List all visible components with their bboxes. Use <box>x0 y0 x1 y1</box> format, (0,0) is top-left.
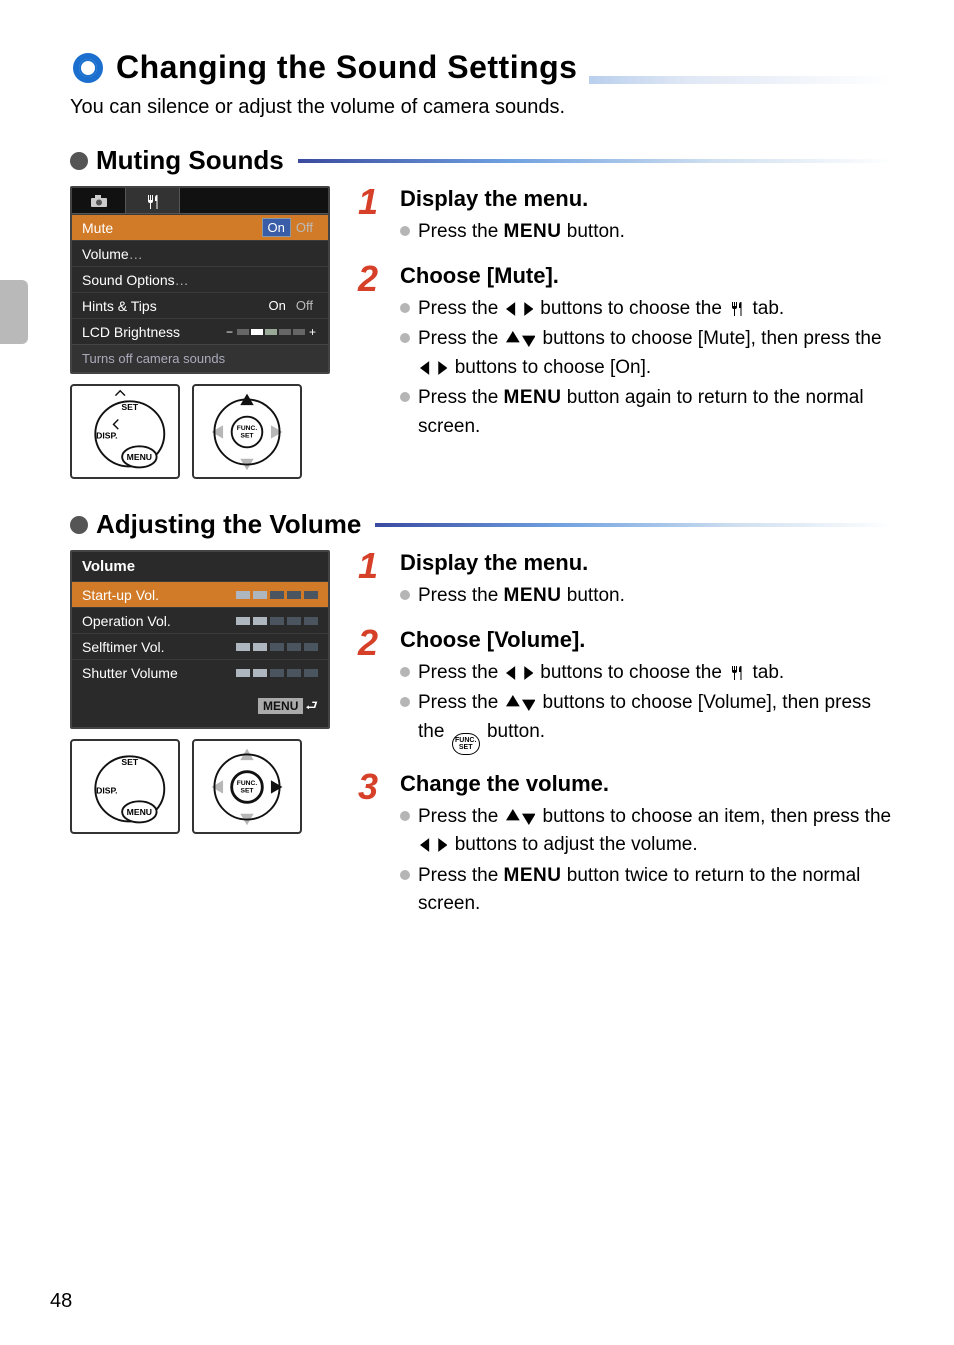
lcd-row: LCD Brightness−+ <box>72 318 328 344</box>
step-bullet: Press the buttons to choose the tab. <box>400 659 894 688</box>
step-number: 3 <box>358 771 392 803</box>
step-bullet: Press the buttons to choose the tab. <box>400 295 894 324</box>
svg-text:DISP.: DISP. <box>96 431 117 441</box>
step-number: 2 <box>358 627 392 659</box>
svg-text:FUNC.: FUNC. <box>237 780 258 787</box>
step-bullet: Press the buttons to choose an item, the… <box>400 803 894 860</box>
func-set-icon: FUNC.SET <box>452 733 480 755</box>
bullet-dot-icon <box>400 811 410 821</box>
svg-text:DISP.: DISP. <box>96 786 117 796</box>
lcd-row: MuteOnOff <box>72 214 328 240</box>
tools-tab-icon <box>729 300 745 318</box>
camera-dpad-func-diagram: FUNC. SET <box>192 739 302 834</box>
menu-text-icon: MENU <box>504 221 562 242</box>
lcd-volume-title: Volume <box>72 552 328 581</box>
step: 3 Change the volume. Press the buttons t… <box>358 771 894 921</box>
menu-text-icon: MENU <box>504 865 562 886</box>
bullet-dot-icon <box>400 697 410 707</box>
up-down-arrows-icon <box>506 330 536 348</box>
bullet-icon <box>70 516 88 534</box>
camera-back-menu-diagram: SET DISP. MENU <box>70 384 180 479</box>
menu-text-icon: MENU <box>504 387 562 408</box>
section-volume-header: Adjusting the Volume <box>70 509 894 540</box>
step-bullet: Press the MENU button. <box>400 218 894 247</box>
bullet-dot-icon <box>400 226 410 236</box>
camera-tab-icon <box>72 188 126 213</box>
page-number: 48 <box>50 1290 72 1313</box>
lcd-row: Selftimer Vol. <box>72 633 328 659</box>
lcd-row: Operation Vol. <box>72 607 328 633</box>
svg-text:SET: SET <box>121 757 138 767</box>
bullet-dot-icon <box>400 392 410 402</box>
left-right-arrows-icon <box>420 836 447 854</box>
left-right-arrows-icon <box>506 664 533 682</box>
svg-text:SET: SET <box>121 402 138 412</box>
step-bullet: Press the buttons to choose [Mute], then… <box>400 325 894 382</box>
svg-text:MENU: MENU <box>127 452 152 462</box>
bullet-dot-icon <box>400 590 410 600</box>
section-title: Muting Sounds <box>96 145 284 176</box>
bullet-icon <box>70 152 88 170</box>
step-bullet: Press the buttons to choose [Volume], th… <box>400 689 894 755</box>
section-rule <box>375 523 894 527</box>
step-number: 1 <box>358 186 392 218</box>
intro-text: You can silence or adjust the volume of … <box>70 96 894 119</box>
side-tab <box>0 280 28 344</box>
step-bullet: Press the MENU button again to return to… <box>400 384 894 441</box>
lcd-menu-return: MENU⮐ <box>72 685 328 727</box>
lcd-row: Shutter Volume <box>72 659 328 685</box>
step-title: Display the menu. <box>400 550 894 576</box>
up-down-arrows-icon <box>506 694 536 712</box>
tools-tab-icon <box>729 664 745 682</box>
section-rule <box>298 159 894 163</box>
step: 1 Display the menu. Press the MENU butto… <box>358 550 894 613</box>
lcd-row: Hints & TipsOnOff <box>72 292 328 318</box>
step-number: 1 <box>358 550 392 582</box>
section-title: Adjusting the Volume <box>96 509 361 540</box>
lcd-row: Volume… <box>72 240 328 266</box>
lcd-row: Sound Options… <box>72 266 328 292</box>
bullet-dot-icon <box>400 333 410 343</box>
step-title: Change the volume. <box>400 771 894 797</box>
step-number: 2 <box>358 263 392 295</box>
bullet-dot-icon <box>400 667 410 677</box>
lcd-hint: Turns off camera sounds <box>72 344 328 372</box>
section-muting-header: Muting Sounds <box>70 145 894 176</box>
camera-dpad-diagram: FUNC. SET <box>192 384 302 479</box>
svg-text:FUNC.: FUNC. <box>237 425 258 432</box>
svg-text:SET: SET <box>240 788 254 795</box>
left-right-arrows-icon <box>506 300 533 318</box>
svg-text:SET: SET <box>240 433 254 440</box>
left-right-arrows-icon <box>420 359 447 377</box>
camera-back-menu-diagram: SET DISP. MENU <box>70 739 180 834</box>
step-title: Choose [Volume]. <box>400 627 894 653</box>
step-title: Choose [Mute]. <box>400 263 894 289</box>
page-title-bar: Changing the Sound Settings <box>70 40 894 84</box>
step: 2 Choose [Volume]. Press the buttons to … <box>358 627 894 757</box>
svg-text:MENU: MENU <box>127 807 152 817</box>
lcd-volume-screenshot: Volume Start-up Vol.Operation Vol.Selfti… <box>70 550 330 729</box>
page-title: Changing the Sound Settings <box>116 49 577 86</box>
menu-text-icon: MENU <box>504 585 562 606</box>
step-bullet: Press the MENU button. <box>400 582 894 611</box>
lcd-menu-screenshot: MuteOnOffVolume…Sound Options…Hints & Ti… <box>70 186 330 374</box>
up-down-arrows-icon <box>506 808 536 826</box>
bullet-dot-icon <box>400 870 410 880</box>
bullet-dot-icon <box>400 303 410 313</box>
step-bullet: Press the MENU button twice to return to… <box>400 862 894 919</box>
bullet-icon <box>70 50 106 86</box>
step-title: Display the menu. <box>400 186 894 212</box>
step: 1 Display the menu. Press the MENU butto… <box>358 186 894 249</box>
step: 2 Choose [Mute]. Press the buttons to ch… <box>358 263 894 444</box>
lcd-row: Start-up Vol. <box>72 581 328 607</box>
tools-tab-icon <box>126 188 180 213</box>
